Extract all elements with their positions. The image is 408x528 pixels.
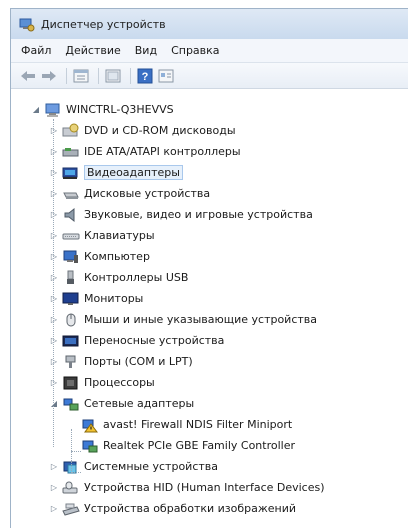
scan-icon[interactable] bbox=[157, 67, 175, 85]
expand-arrow-icon[interactable]: ▷ bbox=[49, 462, 59, 472]
tree-item-video[interactable]: ▷ Видеоадаптеры bbox=[11, 162, 408, 183]
expand-arrow-icon[interactable]: ▷ bbox=[49, 378, 59, 388]
network-adapter-icon bbox=[62, 396, 80, 412]
mouse-icon bbox=[62, 312, 80, 328]
tree-guide-line bbox=[71, 472, 81, 473]
expand-arrow-icon[interactable]: ▷ bbox=[49, 231, 59, 241]
speaker-icon bbox=[62, 207, 80, 223]
tree-child-label: Realtek PCIe GBE Family Controller bbox=[103, 439, 296, 452]
warning-network-icon bbox=[81, 417, 99, 433]
show-hide-icon[interactable] bbox=[104, 67, 122, 85]
tree-item-ports[interactable]: ▷ Порты (COM и LPT) bbox=[11, 351, 408, 372]
expand-arrow-icon[interactable]: ▷ bbox=[49, 336, 59, 346]
tree-guide-line bbox=[71, 451, 81, 452]
network-card-icon bbox=[81, 438, 99, 454]
tree-item-label: Мониторы bbox=[84, 292, 144, 305]
forward-icon[interactable] bbox=[40, 67, 58, 85]
expand-arrow-icon[interactable]: ▷ bbox=[49, 357, 59, 367]
device-manager-icon bbox=[19, 18, 35, 32]
back-icon[interactable] bbox=[19, 67, 37, 85]
tree-item-label: Переносные устройства bbox=[84, 334, 225, 347]
portable-device-icon bbox=[62, 333, 80, 349]
menu-action[interactable]: Действие bbox=[65, 44, 120, 57]
tree-child-label: avast! Firewall NDIS Filter Miniport bbox=[103, 418, 293, 431]
collapse-arrow-icon[interactable]: ◢ bbox=[31, 105, 41, 115]
expand-arrow-icon[interactable]: ▷ bbox=[49, 189, 59, 199]
tree-item-hid[interactable]: ▷ Устройства HID (Human Interface Device… bbox=[11, 477, 408, 498]
menu-help[interactable]: Справка bbox=[171, 44, 219, 57]
processor-icon bbox=[62, 375, 80, 391]
tree-guide-line bbox=[53, 119, 54, 447]
tree-item-network[interactable]: ◢ Сетевые адаптеры bbox=[11, 393, 408, 414]
tree-item-label: Устройства обработки изображений bbox=[84, 502, 297, 515]
menu-view[interactable]: Вид bbox=[135, 44, 157, 57]
expand-arrow-icon[interactable]: ▷ bbox=[49, 483, 59, 493]
tree-item-dvd[interactable]: ▷ DVD и CD-ROM дисководы bbox=[11, 120, 408, 141]
toolbar-separator bbox=[98, 67, 99, 84]
tree-item-label: Процессоры bbox=[84, 376, 155, 389]
tree-item-sound[interactable]: ▷ Звуковые, видео и игровые устройства bbox=[11, 204, 408, 225]
disk-drive-icon bbox=[62, 186, 80, 202]
expand-arrow-icon[interactable]: ▷ bbox=[49, 294, 59, 304]
tree-item-label: Порты (COM и LPT) bbox=[84, 355, 193, 368]
device-manager-window: Диспетчер устройств Файл Действие Вид Сп… bbox=[10, 8, 408, 528]
tree-item-label: Звуковые, видео и игровые устройства bbox=[84, 208, 313, 221]
tree-item-mice[interactable]: ▷ Мыши и иные указывающие устройства bbox=[11, 309, 408, 330]
tree-item-usb[interactable]: ▷ Контроллеры USB bbox=[11, 267, 408, 288]
expand-arrow-icon[interactable]: ▷ bbox=[49, 210, 59, 220]
properties-icon[interactable] bbox=[72, 67, 90, 85]
tree-item-label: Устройства HID (Human Interface Devices) bbox=[84, 481, 325, 494]
tree-root-label: WINCTRL-Q3HEVVS bbox=[66, 103, 174, 116]
tree-item-portable[interactable]: ▷ Переносные устройства bbox=[11, 330, 408, 351]
tree-item-label: Мыши и иные указывающие устройства bbox=[84, 313, 318, 326]
computer-root-icon bbox=[44, 102, 62, 118]
tree-item-label: Сетевые адаптеры bbox=[84, 397, 195, 410]
tree-guide-line bbox=[71, 429, 72, 471]
tree-item-label: Клавиатуры bbox=[84, 229, 155, 242]
toolbar-separator bbox=[66, 67, 67, 84]
svg-text:?: ? bbox=[142, 71, 149, 83]
tree-item-processors[interactable]: ▷ Процессоры bbox=[11, 372, 408, 393]
dvd-drive-icon bbox=[62, 123, 80, 139]
tree-item-label: Системные устройства bbox=[84, 460, 218, 473]
tree-item-keyboards[interactable]: ▷ Клавиатуры bbox=[11, 225, 408, 246]
expand-arrow-icon[interactable]: ▷ bbox=[49, 168, 59, 178]
tree-root[interactable]: ◢ WINCTRL-Q3HEVVS bbox=[11, 99, 408, 120]
tree-item-label: Контроллеры USB bbox=[84, 271, 189, 284]
tree-item-computer[interactable]: ▷ Компьютер bbox=[11, 246, 408, 267]
expand-arrow-icon[interactable]: ▷ bbox=[49, 504, 59, 514]
tree-item-imaging[interactable]: ▷ Устройства обработки изображений bbox=[11, 498, 408, 519]
hid-icon bbox=[62, 480, 80, 496]
keyboard-icon bbox=[62, 228, 80, 244]
tree-item-ide[interactable]: ▷ IDE ATA/ATAPI контроллеры bbox=[11, 141, 408, 162]
tree-item-label: Видеоадаптеры bbox=[84, 165, 183, 180]
title-bar[interactable]: Диспетчер устройств bbox=[11, 9, 408, 39]
expand-arrow-icon[interactable]: ▷ bbox=[49, 147, 59, 157]
display-adapter-icon bbox=[62, 165, 80, 181]
tree-item-label: DVD и CD-ROM дисководы bbox=[84, 124, 236, 137]
toolbar: ? bbox=[11, 63, 408, 89]
tree-item-label: Компьютер bbox=[84, 250, 150, 263]
help-icon[interactable]: ? bbox=[136, 67, 154, 85]
expand-arrow-icon[interactable]: ▷ bbox=[49, 273, 59, 283]
window-title: Диспетчер устройств bbox=[41, 17, 166, 31]
monitor-icon bbox=[62, 291, 80, 307]
port-icon bbox=[62, 354, 80, 370]
menu-file[interactable]: Файл bbox=[21, 44, 51, 57]
expand-arrow-icon[interactable]: ▷ bbox=[49, 315, 59, 325]
computer-icon bbox=[62, 249, 80, 265]
tree-item-label: IDE ATA/ATAPI контроллеры bbox=[84, 145, 241, 158]
tree-item-monitors[interactable]: ▷ Мониторы bbox=[11, 288, 408, 309]
expand-arrow-icon[interactable]: ▷ bbox=[49, 252, 59, 262]
tree-item-disks[interactable]: ▷ Дисковые устройства bbox=[11, 183, 408, 204]
collapse-arrow-icon[interactable]: ◢ bbox=[49, 399, 59, 409]
toolbar-separator bbox=[130, 67, 131, 84]
menu-bar: Файл Действие Вид Справка bbox=[11, 39, 408, 63]
device-tree: ◢ WINCTRL-Q3HEVVS ▷ DVD и CD-ROM дисково… bbox=[11, 99, 408, 519]
ide-controller-icon bbox=[62, 144, 80, 160]
expand-arrow-icon[interactable]: ▷ bbox=[49, 126, 59, 136]
tree-item-label: Дисковые устройства bbox=[84, 187, 211, 200]
usb-icon bbox=[62, 270, 80, 286]
imaging-device-icon bbox=[62, 501, 80, 517]
